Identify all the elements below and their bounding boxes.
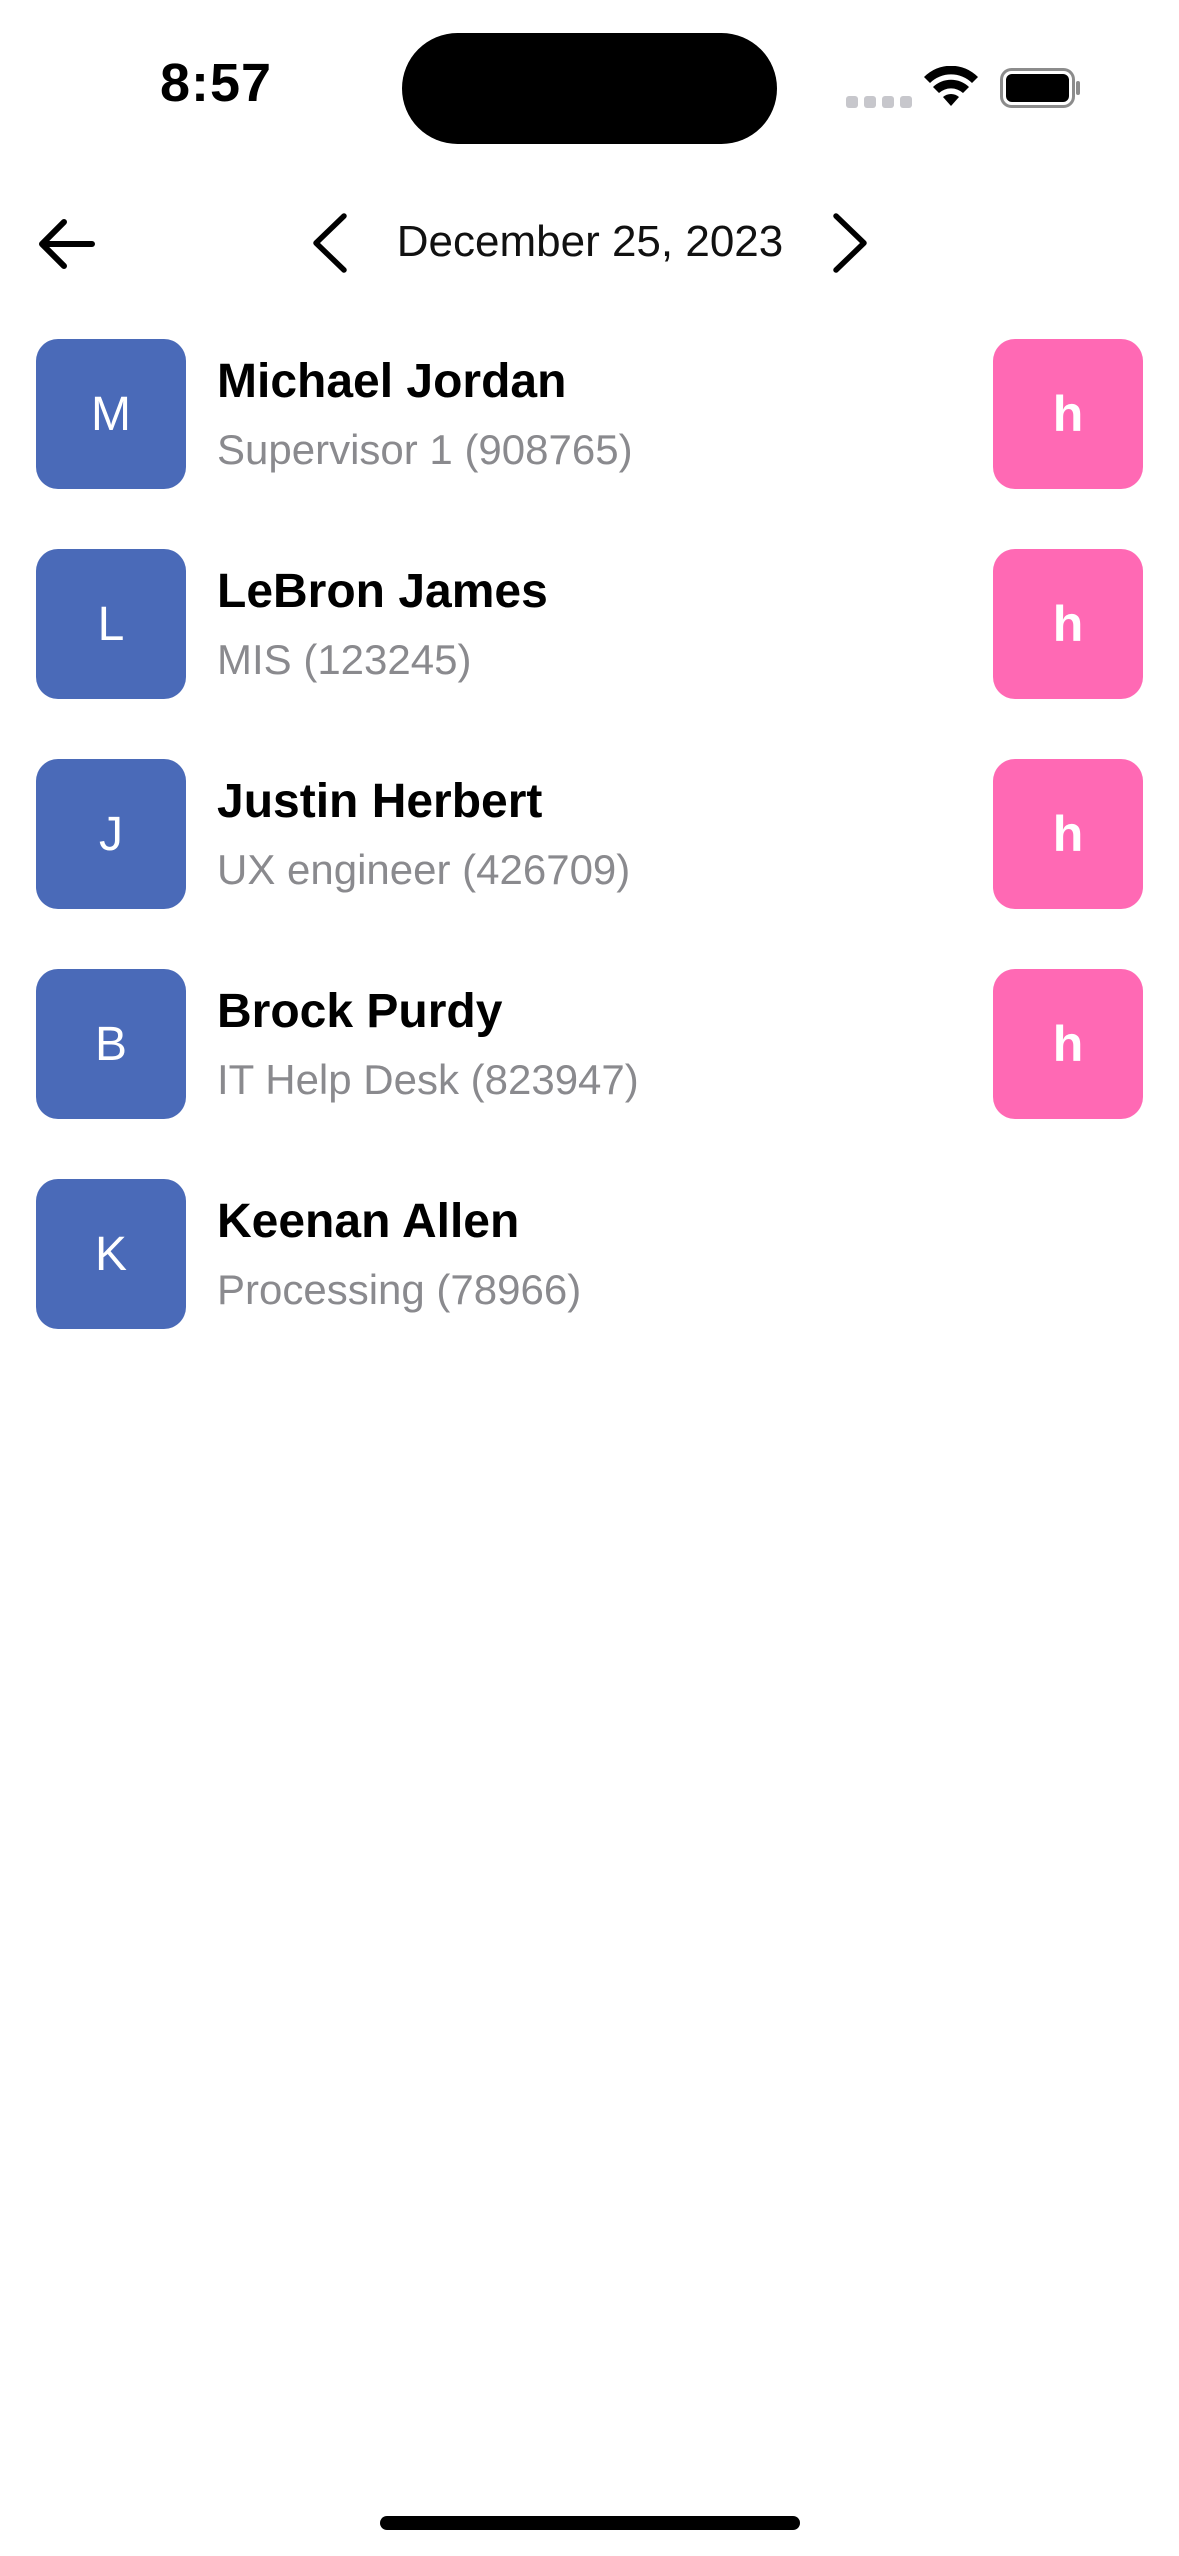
avatar: L (36, 549, 186, 699)
list-item[interactable]: K Keenan Allen Processing (78966) (0, 1179, 1179, 1329)
employee-role: UX engineer (426709) (217, 846, 631, 893)
employee-name: Justin Herbert (217, 775, 543, 828)
chevron-right-icon (833, 213, 867, 273)
employee-name: Keenan Allen (217, 1195, 520, 1248)
battery-icon (1000, 68, 1080, 108)
home-indicator[interactable] (380, 2516, 800, 2530)
chevron-left-icon (313, 213, 347, 273)
previous-date-button[interactable] (300, 210, 360, 276)
status-badge[interactable]: h (993, 759, 1143, 909)
employee-name: Brock Purdy (217, 985, 503, 1038)
list-item[interactable]: J Justin Herbert UX engineer (426709) h (0, 759, 1179, 909)
employee-role: Processing (78966) (217, 1266, 582, 1313)
back-button[interactable] (30, 212, 104, 276)
wifi-icon (924, 66, 978, 106)
employee-role: MIS (123245) (217, 636, 472, 683)
status-time: 8:57 (160, 53, 273, 113)
dynamic-island (402, 33, 777, 144)
cellular-signal-icon (846, 96, 912, 108)
arrow-left-icon (39, 219, 95, 269)
status-badge[interactable]: h (993, 339, 1143, 489)
avatar: M (36, 339, 186, 489)
avatar: J (36, 759, 186, 909)
status-badge[interactable]: h (993, 549, 1143, 699)
current-date: December 25, 2023 (396, 217, 784, 266)
employee-list: M Michael Jordan Supervisor 1 (908765) h… (0, 339, 1179, 1389)
employee-name: Michael Jordan (217, 355, 567, 408)
list-item[interactable]: B Brock Purdy IT Help Desk (823947) h (0, 969, 1179, 1119)
screen: 8:57 December 25, 2023 M Michael Jordan (0, 0, 1179, 2556)
status-badge[interactable]: h (993, 969, 1143, 1119)
list-item[interactable]: L LeBron James MIS (123245) h (0, 549, 1179, 699)
employee-role: IT Help Desk (823947) (217, 1056, 639, 1103)
employee-name: LeBron James (217, 565, 548, 618)
avatar: K (36, 1179, 186, 1329)
next-date-button[interactable] (820, 210, 880, 276)
list-item[interactable]: M Michael Jordan Supervisor 1 (908765) h (0, 339, 1179, 489)
avatar: B (36, 969, 186, 1119)
employee-role: Supervisor 1 (908765) (217, 426, 633, 473)
